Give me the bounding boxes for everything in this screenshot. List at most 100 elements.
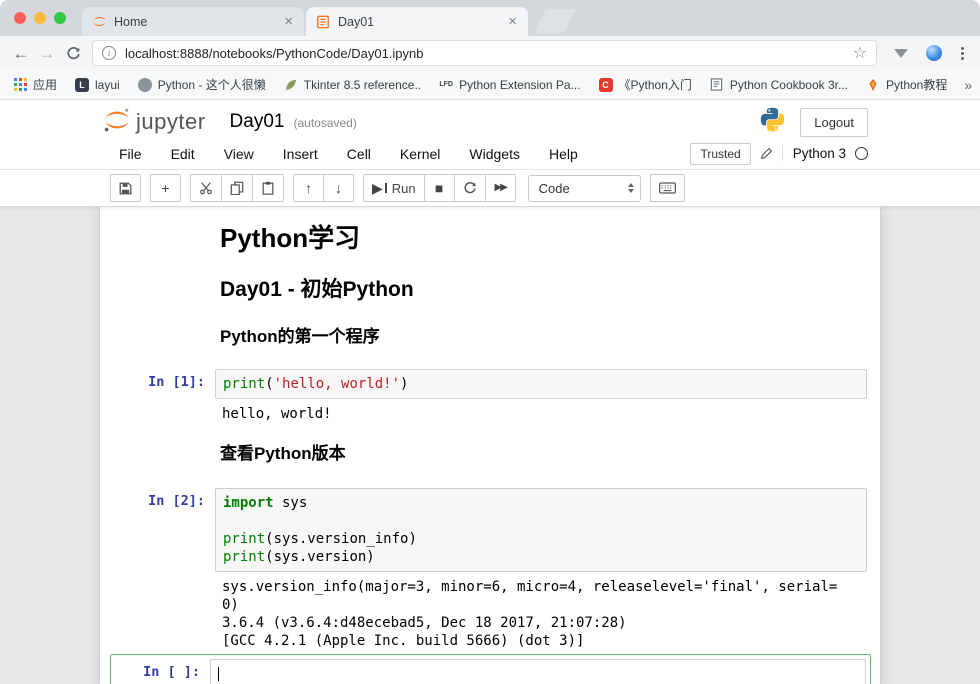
logout-button[interactable]: Logout [800, 108, 868, 137]
jupyter-brand-text[interactable]: jupyter [136, 109, 206, 135]
trusted-badge[interactable]: Trusted [690, 143, 750, 165]
jupyter-header: jupyter Day01 (autosaved) Logout [0, 100, 980, 144]
bookmark-python-blog[interactable]: Python - 这个人很懒 [137, 76, 266, 93]
bookmark-cookbook[interactable]: Python Cookbook 3r... [709, 77, 848, 93]
tab-home[interactable]: Home × [82, 7, 304, 36]
paste-cell-button[interactable] [252, 174, 284, 202]
save-button[interactable] [110, 174, 141, 202]
bookmark-label: Python - 这个人很懒 [158, 76, 266, 93]
notebook-heading-4: 查看Python版本 [220, 443, 867, 464]
bookmark-liaoxuefeng[interactable]: Python教程 [865, 76, 947, 93]
output-text: sys.version_info(major=3, minor=6, micro… [222, 578, 860, 596]
bookmark-biancheng[interactable]: C 《Python入门 [598, 76, 692, 93]
bookmark-label: Python教程 [886, 76, 947, 93]
output-text: 0) [222, 596, 860, 614]
kernel-idle-icon [855, 147, 868, 160]
tab-day01[interactable]: Day01 × [306, 7, 528, 36]
move-cell-down-button[interactable]: ↓ [323, 174, 354, 202]
menu-kernel[interactable]: Kernel [400, 146, 440, 162]
cell-output: sys.version_info(major=3, minor=6, micro… [100, 578, 880, 650]
address-bar[interactable]: i localhost:8888/notebooks/PythonCode/Da… [92, 40, 877, 66]
c-icon: C [598, 77, 614, 93]
code-line: print(sys.version_info) [223, 530, 859, 548]
bookmark-layui[interactable]: L layui [74, 77, 120, 93]
forward-button[interactable]: → [34, 45, 60, 62]
code-line [218, 665, 858, 683]
markdown-cell[interactable]: Python学习 [100, 223, 880, 253]
extension-triangle-icon[interactable] [894, 49, 908, 58]
bookmark-lfd[interactable]: LFD Python Extension Pa... [438, 77, 580, 93]
input-prompt: In [2]: [115, 488, 215, 572]
output-prompt [115, 578, 215, 650]
minimize-window-button[interactable] [34, 12, 46, 24]
code-cell-3-selected[interactable]: In [ ]: [110, 654, 871, 684]
bookmark-apps[interactable]: 应用 [12, 76, 57, 93]
add-cell-button[interactable]: + [150, 174, 181, 202]
menu-bar: File Edit View Insert Cell Kernel Widget… [0, 144, 980, 170]
zoom-window-button[interactable] [54, 12, 66, 24]
move-cell-up-button[interactable]: ↑ [293, 174, 324, 202]
cell-type-value: Code [539, 181, 570, 196]
menu-help[interactable]: Help [549, 146, 578, 162]
edit-mode-pencil-icon [760, 147, 773, 160]
back-button[interactable]: ← [8, 45, 34, 62]
markdown-cell[interactable]: 查看Python版本 [100, 443, 880, 464]
input-prompt: In [1]: [115, 369, 215, 399]
tab-title: Home [114, 15, 275, 29]
cell-output: hello, world! [100, 405, 880, 423]
menu-cell[interactable]: Cell [347, 146, 371, 162]
interrupt-kernel-button[interactable]: ■ [424, 174, 455, 202]
bookmark-star-icon[interactable]: ☆ [853, 43, 867, 63]
close-tab-icon[interactable]: × [282, 14, 295, 29]
input-prompt: In [ ]: [115, 659, 210, 684]
play-icon: ▶ [372, 181, 383, 195]
output-text: hello, world! [222, 405, 860, 423]
output-text: 3.6.4 (v3.6.4:d48ecebad5, Dec 18 2017, 2… [222, 614, 860, 632]
bookmark-tkinter[interactable]: Tkinter 8.5 reference.. [283, 77, 421, 93]
menu-insert[interactable]: Insert [283, 146, 318, 162]
page-info-icon[interactable]: i [102, 46, 116, 60]
jupyter-logo-icon[interactable] [103, 106, 131, 139]
menu-view[interactable]: View [224, 146, 254, 162]
cell-type-select[interactable]: Code [528, 175, 641, 202]
close-tab-icon[interactable]: × [506, 14, 519, 29]
bookmark-label: layui [95, 78, 120, 92]
code-input[interactable]: import sys print(sys.version_info) print… [215, 488, 867, 572]
command-palette-button[interactable] [650, 174, 685, 202]
extension-globe-icon[interactable] [926, 45, 942, 61]
markdown-cell[interactable]: Python的第一个程序 [100, 326, 880, 347]
code-input-editing[interactable] [210, 659, 866, 684]
code-cell-2[interactable]: In [2]: import sys print(sys.version_inf… [100, 488, 880, 572]
new-tab-button[interactable] [534, 9, 577, 33]
bookmarks-overflow-chevron[interactable]: » [964, 77, 976, 93]
code-input[interactable]: print('hello, world!') [215, 369, 867, 399]
kernel-name: Python 3 [782, 146, 846, 161]
book-icon [709, 77, 725, 93]
reload-button[interactable] [60, 46, 86, 61]
notebook-title[interactable]: Day01 [230, 111, 285, 133]
code-cell-1[interactable]: In [1]: print('hello, world!') [100, 369, 880, 399]
run-cell-button[interactable]: ▶ Run [363, 174, 425, 202]
notebook-heading-2: Day01 - 初始Python [220, 277, 867, 302]
url-text: localhost:8888/notebooks/PythonCode/Day0… [125, 46, 844, 61]
restart-kernel-button[interactable] [454, 174, 486, 202]
address-bar-row: ← → i localhost:8888/notebooks/PythonCod… [0, 36, 980, 70]
notebook-favicon-icon [315, 14, 331, 30]
bookmarks-bar: 应用 L layui Python - 这个人很懒 Tkinter 8.5 re… [0, 70, 980, 100]
bookmark-label: Tkinter 8.5 reference.. [304, 78, 421, 92]
copy-cell-button[interactable] [221, 174, 253, 202]
markdown-cell[interactable]: Day01 - 初始Python [100, 277, 880, 302]
restart-run-all-button[interactable]: ▶▶ [485, 174, 516, 202]
browser-tab-strip: Home × Day01 × [0, 0, 980, 36]
menu-widgets[interactable]: Widgets [469, 146, 520, 162]
menu-edit[interactable]: Edit [171, 146, 195, 162]
run-label: Run [392, 181, 416, 196]
cut-cell-button[interactable] [190, 174, 222, 202]
menu-file[interactable]: File [119, 146, 142, 162]
code-line: print('hello, world!') [223, 375, 859, 393]
code-line: print(sys.version) [223, 548, 859, 566]
close-window-button[interactable] [14, 12, 26, 24]
browser-menu-button[interactable] [961, 47, 964, 60]
select-arrows-icon [628, 183, 634, 193]
apps-grid-icon [12, 77, 28, 93]
